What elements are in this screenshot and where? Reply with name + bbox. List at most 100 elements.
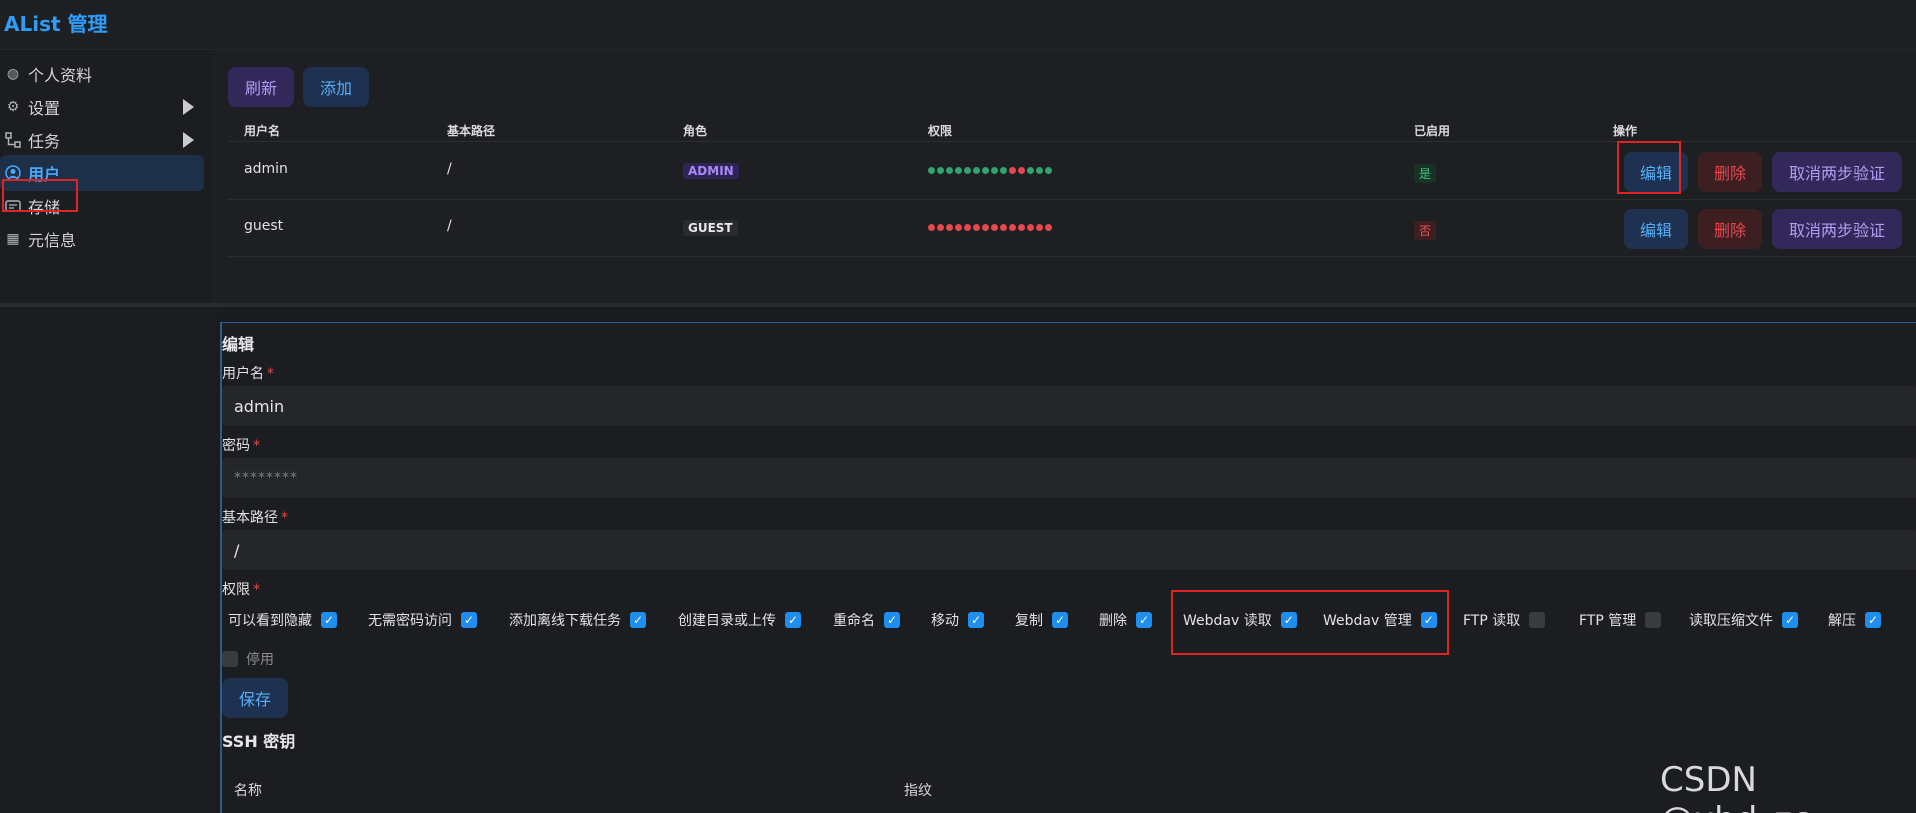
permission-dot-off — [1027, 224, 1034, 231]
base-path-cell: / — [447, 161, 452, 177]
permission-dot-on — [937, 167, 944, 174]
highlight-box-webdav — [1171, 590, 1449, 655]
gear-icon: ⚙ — [6, 99, 20, 115]
permission-dot-off — [928, 224, 935, 231]
checkbox[interactable]: ✓ — [884, 612, 900, 628]
column-header: 用户名 — [244, 124, 281, 138]
base-path-field[interactable]: / — [222, 530, 1916, 570]
checkbox[interactable] — [1645, 612, 1662, 628]
permission-dot-off — [937, 224, 944, 231]
permission-dot-on — [1000, 167, 1007, 174]
checkbox[interactable] — [222, 651, 238, 667]
edit-user-panel: 编辑 用户名 * admin 密码 * ******** 基本路径 * / 权限 * 可… — [220, 322, 1916, 813]
disabled-toggle[interactable]: 停用 — [222, 649, 274, 669]
permission-dots — [928, 220, 1052, 231]
permission-delete[interactable]: 删除 ✓ — [1099, 610, 1152, 630]
permission-dot-on — [991, 167, 998, 174]
cancel-2fa-button[interactable]: 取消两步验证 — [1772, 152, 1902, 192]
checkbox[interactable]: ✓ — [1782, 612, 1798, 628]
top-bar: AList 管理 — [0, 0, 1916, 50]
permission-dot-off — [1018, 224, 1025, 231]
permission-dot-on — [1027, 167, 1034, 174]
permission-dot-on — [1036, 167, 1043, 174]
highlight-box-users — [2, 179, 78, 212]
permission-read-archive[interactable]: 读取压缩文件 ✓ — [1689, 610, 1798, 630]
permission-dot-off — [1000, 224, 1007, 231]
base-path-label: 基本路径 * — [222, 510, 288, 526]
username-cell: guest — [244, 218, 284, 234]
fingerprint-icon: ◍ — [6, 66, 20, 82]
permission-dot-on — [1045, 167, 1052, 174]
column-header: 指纹 — [904, 783, 932, 799]
chevron-right-icon[interactable] — [183, 99, 194, 115]
checkbox[interactable]: ✓ — [1052, 612, 1068, 628]
permission-dot-on — [946, 167, 953, 174]
permission-dot-off — [982, 224, 989, 231]
sidebar-item-settings[interactable]: ⚙ 设置 — [0, 89, 204, 125]
username-field[interactable]: admin — [222, 386, 1916, 426]
sidebar: ◍ 个人资料 ⚙ 设置 任务 用户 存储 ▦ 元信息 — [0, 50, 212, 303]
checkbox[interactable]: ✓ — [630, 612, 646, 628]
column-header: 权限 — [928, 124, 953, 138]
username-label: 用户名 * — [222, 366, 274, 382]
permission-dot-off — [1018, 167, 1025, 174]
sidebar-item-label: 元信息 — [28, 231, 77, 250]
permission-dot-off — [946, 224, 953, 231]
sidebar-item-label: 设置 — [28, 99, 61, 118]
meta-icon: ▦ — [6, 231, 20, 247]
permission-offline-download[interactable]: 添加离线下载任务 ✓ — [509, 610, 646, 630]
app-title: AList 管理 — [4, 12, 108, 36]
permission-ftp-manage[interactable]: FTP 管理 — [1579, 610, 1662, 630]
sidebar-item-label: 任务 — [28, 132, 61, 151]
checkbox[interactable]: ✓ — [1865, 612, 1881, 628]
sidebar-item-profile[interactable]: ◍ 个人资料 — [0, 56, 204, 92]
delete-button[interactable]: 删除 — [1698, 209, 1762, 249]
column-header: 已启用 — [1414, 124, 1451, 138]
users-panel: 刷新 添加 用户名 基本路径 角色 权限 已启用 操作 admin / ADMI… — [212, 50, 1916, 303]
permission-dot-off — [991, 224, 998, 231]
permission-dot-off — [1009, 167, 1016, 174]
permission-see-hidden[interactable]: 可以看到隐藏 ✓ — [228, 610, 337, 630]
edit-title: 编辑 — [222, 335, 255, 354]
refresh-button[interactable]: 刷新 — [228, 67, 294, 107]
column-header: 操作 — [1613, 124, 1638, 138]
add-button[interactable]: 添加 — [303, 67, 369, 107]
permission-dot-off — [973, 224, 980, 231]
column-header: 角色 — [683, 124, 708, 138]
sidebar-item-tasks[interactable]: 任务 — [0, 122, 204, 158]
chevron-right-icon[interactable] — [183, 132, 194, 148]
checkbox[interactable]: ✓ — [1136, 612, 1152, 628]
password-field[interactable]: ******** — [222, 458, 1916, 498]
permission-mkdir-upload[interactable]: 创建目录或上传 ✓ — [678, 610, 801, 630]
permission-dot-off — [955, 224, 962, 231]
permission-rename[interactable]: 重命名 ✓ — [833, 610, 900, 630]
watermark: CSDN @xbd_zc — [1660, 760, 1811, 813]
save-button[interactable]: 保存 — [222, 678, 288, 718]
permission-dot-on — [964, 167, 971, 174]
permission-dot-off — [1009, 224, 1016, 231]
users-table-header: 用户名 基本路径 角色 权限 已启用 操作 — [228, 118, 1916, 142]
disabled-label: 停用 — [246, 652, 274, 668]
checkbox[interactable] — [1529, 612, 1546, 628]
column-header: 名称 — [234, 783, 262, 799]
sidebar-item-meta[interactable]: ▦ 元信息 — [0, 221, 204, 257]
sidebar-item-label: 个人资料 — [28, 66, 93, 85]
checkbox[interactable]: ✓ — [321, 612, 337, 628]
permission-ftp-read[interactable]: FTP 读取 — [1463, 610, 1546, 630]
permission-dot-on — [982, 167, 989, 174]
permission-dot-on — [973, 167, 980, 174]
checkbox[interactable]: ✓ — [968, 612, 984, 628]
edit-button[interactable]: 编辑 — [1624, 209, 1688, 249]
delete-button[interactable]: 删除 — [1698, 152, 1762, 192]
permission-copy[interactable]: 复制 ✓ — [1015, 610, 1068, 630]
enabled-badge: 否 — [1414, 221, 1437, 240]
permission-extract[interactable]: 解压 ✓ — [1828, 610, 1881, 630]
permission-move[interactable]: 移动 ✓ — [931, 610, 984, 630]
enabled-badge: 是 — [1414, 164, 1437, 183]
checkbox[interactable]: ✓ — [461, 612, 477, 628]
permission-dot-off — [1045, 224, 1052, 231]
cancel-2fa-button[interactable]: 取消两步验证 — [1772, 209, 1902, 249]
checkbox[interactable]: ✓ — [785, 612, 801, 628]
permission-no-password[interactable]: 无需密码访问 ✓ — [368, 610, 477, 630]
username-cell: admin — [244, 161, 288, 177]
